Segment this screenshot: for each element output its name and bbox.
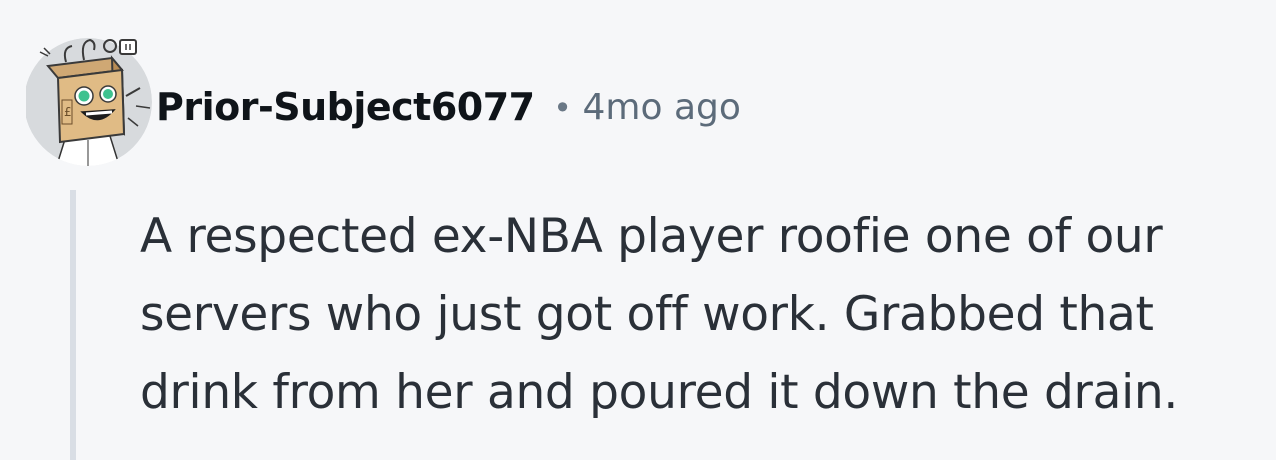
- avatar[interactable]: £: [26, 36, 158, 168]
- robot-box-avatar-icon: £: [26, 38, 152, 166]
- svg-text:£: £: [64, 105, 72, 119]
- comment-timestamp[interactable]: 4mo ago: [583, 87, 741, 128]
- thread-line[interactable]: [70, 190, 76, 460]
- author-username[interactable]: Prior-Subject6077: [156, 85, 535, 129]
- meta-separator: •: [556, 87, 569, 126]
- comment-meta: Prior-Subject6077 • 4mo ago: [156, 80, 741, 134]
- comment: £ Prior-Subject6077 • 4mo ago A respecte…: [0, 0, 1276, 460]
- comment-body: A respected ex-NBA player roofie one of …: [140, 209, 1178, 420]
